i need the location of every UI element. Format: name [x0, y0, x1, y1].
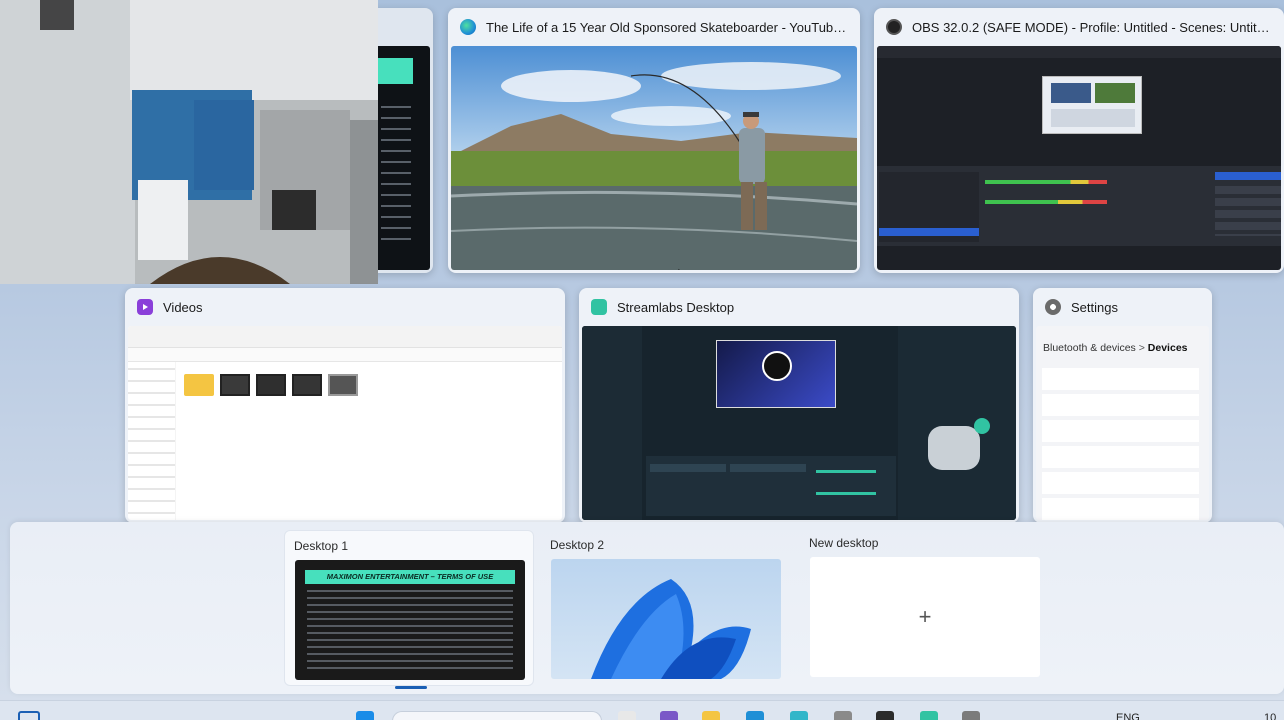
terms-banner: MAXIMON ENTERTAINMENT – TERMS OF USE	[305, 570, 515, 584]
taskbar: ENG 10	[0, 700, 1284, 720]
obs-menubar	[877, 46, 1281, 58]
file-explorer-icon[interactable]	[702, 711, 720, 720]
window-streamlabs-title: Streamlabs Desktop	[617, 299, 735, 315]
desktop-2[interactable]: Desktop 2	[541, 530, 791, 686]
breadcrumb-separator: >	[1138, 342, 1145, 354]
video-thumb-icon[interactable]	[220, 374, 250, 396]
store-icon[interactable]	[834, 711, 852, 720]
breadcrumb-parent[interactable]: Bluetooth & devices	[1043, 342, 1136, 354]
videos-folder-icon	[137, 299, 153, 315]
window-youtube[interactable]: The Life of a 15 Year Old Sponsored Skat…	[448, 8, 860, 273]
gear-icon	[1045, 299, 1061, 315]
mail-icon[interactable]	[746, 711, 764, 720]
settings-taskbar-icon[interactable]	[962, 711, 980, 720]
settings-device-list	[1042, 368, 1199, 520]
window-streamlabs-preview	[582, 326, 1016, 520]
chat-offline-icon	[928, 426, 980, 470]
streamlabs-sidebar	[582, 326, 642, 520]
video-thumb-icon[interactable]	[256, 374, 286, 396]
window-youtube-title: The Life of a 15 Year Old Sponsored Skat…	[486, 19, 848, 35]
new-desktop-tile[interactable]: +	[810, 557, 1040, 677]
folder-icon[interactable]	[184, 374, 214, 396]
window-settings-title: Settings	[1071, 299, 1118, 315]
edge-icon	[460, 19, 476, 35]
webcam-feed	[0, 0, 378, 284]
window-videos[interactable]: Videos	[125, 288, 565, 523]
obs-taskbar-icon[interactable]	[876, 711, 894, 720]
streamlabs-icon	[591, 299, 607, 315]
window-settings-header: Settings	[1033, 288, 1212, 326]
window-obs-title: OBS 32.0.2 (SAFE MODE) - Profile: Untitl…	[912, 19, 1272, 35]
plus-icon: +	[918, 604, 932, 629]
obs-logo-icon	[762, 351, 792, 381]
settings-breadcrumb: Bluetooth & devices > Devices	[1043, 342, 1188, 354]
breadcrumb-current: Devices	[1147, 342, 1188, 354]
obs-canvas	[1042, 76, 1142, 134]
desktop-2-thumbnail	[551, 559, 781, 679]
streamlabs-bottom-docks	[646, 456, 896, 516]
explorer-nav-pane	[128, 362, 176, 520]
virtual-desktops-bar: Desktop 1 MAXIMON ENTERTAINMENT – TERMS …	[10, 522, 1284, 694]
new-desktop[interactable]: New desktop +	[800, 528, 1050, 684]
explorer-addressbar	[128, 348, 562, 362]
video-frame-fly-fishing	[451, 46, 857, 270]
video-thumb-icon[interactable]	[292, 374, 322, 396]
desktop-1-thumbnail: MAXIMON ENTERTAINMENT – TERMS OF USE	[295, 560, 525, 680]
window-obs[interactable]: OBS 32.0.2 (SAFE MODE) - Profile: Untitl…	[874, 8, 1284, 273]
chat-badge-icon	[974, 418, 990, 434]
obs-icon	[886, 19, 902, 35]
window-obs-header: OBS 32.0.2 (SAFE MODE) - Profile: Untitl…	[874, 8, 1284, 46]
task-view-icon[interactable]	[18, 711, 40, 720]
window-streamlabs[interactable]: Streamlabs Desktop	[579, 288, 1019, 523]
clock[interactable]: 10	[1264, 712, 1276, 720]
explorer-file-grid	[184, 374, 358, 396]
language-indicator[interactable]: ENG	[1116, 712, 1140, 720]
active-desktop-indicator	[395, 686, 427, 689]
terminal-text-lines	[381, 106, 411, 246]
window-settings-preview: Bluetooth & devices > Devices	[1036, 326, 1209, 520]
windows-start-icon[interactable]	[356, 711, 374, 720]
new-desktop-label: New desktop	[809, 536, 879, 550]
window-videos-preview	[128, 326, 562, 520]
desktop-1[interactable]: Desktop 1 MAXIMON ENTERTAINMENT – TERMS …	[284, 530, 534, 689]
window-obs-preview	[877, 46, 1281, 270]
explorer-toolbar	[128, 326, 562, 348]
terms-banner-text: MAXIMON ENTERTAINMENT – TERMS OF USE	[326, 572, 494, 581]
streamlabs-taskbar-icon[interactable]	[920, 711, 938, 720]
desktop-2-label: Desktop 2	[550, 538, 605, 552]
obs-docks	[877, 166, 1281, 246]
window-videos-header: Videos	[125, 288, 565, 326]
window-youtube-preview	[451, 46, 857, 270]
terms-text-lines	[307, 590, 513, 674]
window-streamlabs-header: Streamlabs Desktop	[579, 288, 1019, 326]
window-videos-title: Videos	[163, 299, 203, 315]
window-youtube-header: The Life of a 15 Year Old Sponsored Skat…	[448, 8, 860, 46]
taskbar-app-icon[interactable]	[618, 711, 636, 720]
terminal-accent-bar	[378, 58, 413, 84]
streamlabs-editor	[716, 340, 836, 408]
task-view: The Life of a 15 Year Old Sponsored Skat…	[0, 0, 1284, 720]
search-box[interactable]	[392, 711, 602, 720]
copilot-icon[interactable]	[660, 711, 678, 720]
desktop-1-label: Desktop 1	[294, 539, 349, 553]
edge-taskbar-icon[interactable]	[790, 711, 808, 720]
window-settings[interactable]: Settings Bluetooth & devices > Devices	[1033, 288, 1212, 523]
video-thumb-icon[interactable]	[328, 374, 358, 396]
streamlabs-chat-pane	[898, 326, 1016, 520]
webcam-overlay	[0, 0, 378, 284]
windows-bloom-wallpaper	[591, 579, 751, 679]
